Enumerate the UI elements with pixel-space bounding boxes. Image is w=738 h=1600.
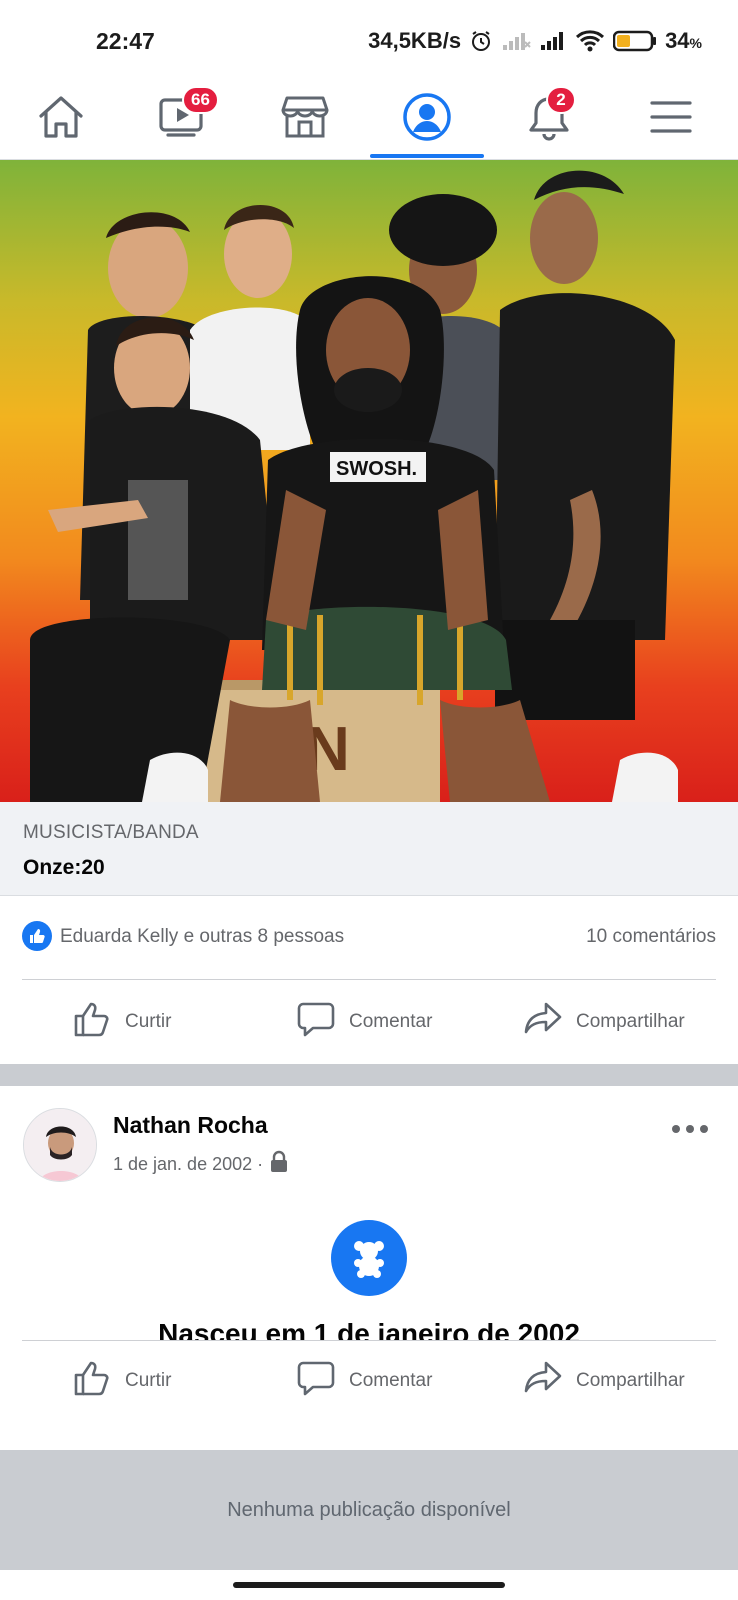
reactions-text[interactable]: Eduarda Kelly e outras 8 pessoas [60,926,344,948]
like-label: Curtir [125,1011,172,1032]
share-label: Compartilhar [576,1370,685,1391]
signal-off-icon [501,30,531,52]
nav-profile[interactable] [366,78,488,160]
alarm-icon [469,29,493,53]
nav-notifications[interactable]: 2 [488,78,610,160]
like-button[interactable]: Curtir [73,1341,171,1421]
page-info-card[interactable]: MUSICISTA/BANDA Onze:20 [0,802,738,896]
share-icon [524,1359,562,1403]
teddy-bear-icon [331,1220,407,1296]
network-speed: 34,5KB/s [368,28,462,53]
reactions-summary: Eduarda Kelly e outras 8 pessoas 10 come… [0,896,738,980]
watch-badge: 66 [182,86,219,114]
comment-icon [297,1000,335,1044]
store-icon [281,94,329,145]
no-posts-message: Nenhuma publicação disponível [0,1450,738,1570]
share-label: Compartilhar [576,1011,685,1032]
comment-button[interactable]: Comentar [297,980,432,1064]
top-nav: 66 2 [0,78,738,160]
page-category: MUSICISTA/BANDA [23,822,199,843]
post-date[interactable]: 1 de jan. de 2002 · [113,1154,263,1175]
menu-icon [650,99,692,140]
more-options-button[interactable] [672,1122,708,1136]
share-button[interactable]: Compartilhar [524,980,685,1064]
comment-button[interactable]: Comentar [297,1341,432,1421]
author-avatar[interactable] [23,1108,97,1182]
like-reaction-icon [22,921,52,951]
profile-icon [402,92,452,147]
page-name[interactable]: Onze:20 [23,856,105,880]
like-button[interactable]: Curtir [73,980,171,1064]
nav-watch[interactable]: 66 [122,78,244,160]
comments-count[interactable]: 10 comentários [586,926,716,948]
nav-home[interactable] [0,78,122,160]
page-post-actions: Curtir Comentar Compartilhar [0,980,738,1064]
like-label: Curtir [125,1370,172,1391]
status-indicators: 34,5KB/s 34% [368,28,702,54]
share-icon [524,1000,562,1044]
comment-label: Comentar [349,1011,433,1032]
life-event-actions: Curtir Comentar Compartilhar [0,1341,738,1421]
comment-icon [297,1359,335,1403]
signal-icon [539,30,567,52]
life-event-post: Nathan Rocha 1 de jan. de 2002 · Nasceu … [0,1086,738,1450]
author-name[interactable]: Nathan Rocha [113,1112,268,1139]
share-button[interactable]: Compartilhar [524,1341,685,1421]
status-time: 22:47 [96,28,155,54]
post-meta: 1 de jan. de 2002 · [113,1150,289,1179]
wifi-icon [575,29,605,53]
nav-menu[interactable] [610,78,732,160]
feed-separator [0,1064,738,1086]
status-bar: 22:47 34,5KB/s 34% [0,0,738,78]
notifications-badge: 2 [546,86,576,114]
svg-text:SWOSH.: SWOSH. [336,458,417,480]
cover-photo[interactable]: N SWOSH. [0,160,738,802]
thumbs-up-icon [73,1359,111,1403]
battery-level: 34% [665,28,702,53]
home-indicator[interactable] [233,1582,505,1588]
comment-label: Comentar [349,1370,433,1391]
battery-icon [613,30,657,52]
home-icon [37,94,85,145]
band-photo: N SWOSH. [30,170,678,802]
nav-marketplace[interactable] [244,78,366,160]
lock-icon [269,1150,289,1179]
thumbs-up-icon [73,1000,111,1044]
